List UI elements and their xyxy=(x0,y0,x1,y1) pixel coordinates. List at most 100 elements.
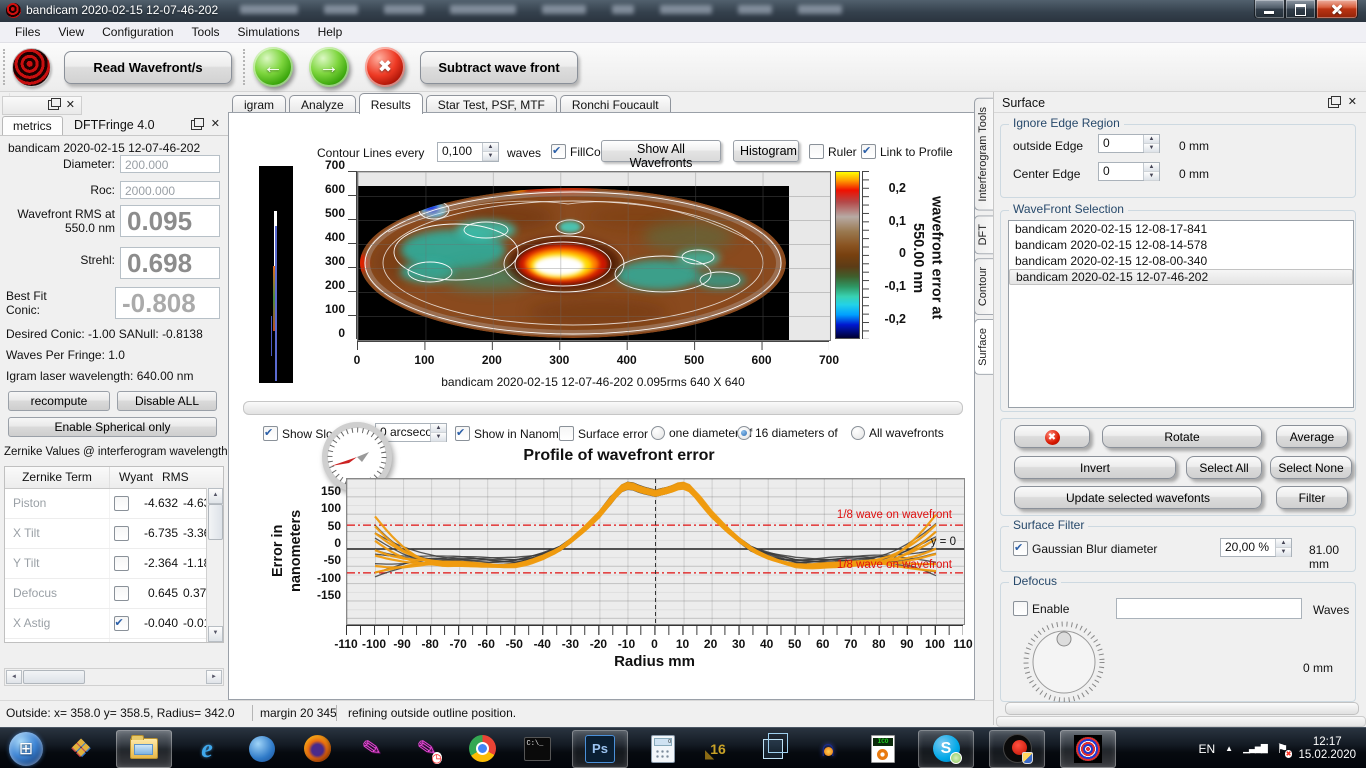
defocus-waves-input[interactable] xyxy=(1116,598,1302,619)
profiler16-icon[interactable]: 16 xyxy=(698,731,738,767)
sixteen-diameters-radio[interactable] xyxy=(737,426,751,440)
zernike-enable-checkbox[interactable] xyxy=(114,496,129,511)
center-edge-spinbox[interactable]: 0▲▼ xyxy=(1098,162,1160,181)
maximize-button[interactable] xyxy=(1285,0,1316,19)
filter-button[interactable]: Filter xyxy=(1276,486,1348,509)
media-player-icon[interactable] xyxy=(242,731,282,767)
network-signal-icon[interactable]: ▁▃▅▇ xyxy=(1243,743,1267,754)
contour-plot[interactable] xyxy=(357,171,831,341)
headphones-icon[interactable]: ∩ xyxy=(808,731,848,767)
wavefront-list-item[interactable]: bandicam 2020-02-15 12-08-17-841 xyxy=(1009,221,1353,237)
language-indicator[interactable]: EN xyxy=(1199,742,1216,756)
wavefront-list-item[interactable]: bandicam 2020-02-15 12-08-00-340 xyxy=(1009,253,1353,269)
igram-thumbnail[interactable] xyxy=(259,166,293,383)
show-nanometers-checkbox[interactable] xyxy=(455,426,470,441)
photoshop-icon[interactable]: Ps xyxy=(572,730,628,768)
interferogram-icon-button[interactable] xyxy=(12,48,51,87)
zernike-row[interactable]: X Astig -0.040 -0.01 xyxy=(5,609,223,639)
all-wavefronts-radio[interactable] xyxy=(851,426,865,440)
metrics-close-icon[interactable]: ✕ xyxy=(211,117,220,130)
floating-dock-titlebar[interactable]: ✕ xyxy=(2,96,82,115)
internet-explorer-icon[interactable]: e xyxy=(187,731,227,767)
disable-all-button[interactable]: Disable ALL xyxy=(117,391,217,411)
metrics-tab[interactable]: metrics xyxy=(2,116,63,135)
show-all-wavefronts-button[interactable]: Show All Wavefronts xyxy=(601,140,721,162)
link-to-profile-checkbox[interactable] xyxy=(861,144,876,159)
start-button[interactable]: ⊞ xyxy=(6,731,46,767)
zernike-enable-checkbox[interactable] xyxy=(114,586,129,601)
menu-item[interactable]: Tools xyxy=(183,23,229,41)
menu-item[interactable]: View xyxy=(49,23,93,41)
kite-app-icon[interactable]: ❖ xyxy=(61,731,101,767)
zernike-enable-checkbox[interactable] xyxy=(114,526,129,541)
right-dock-tab[interactable]: Interferogram Tools xyxy=(974,98,993,211)
explorer-icon[interactable] xyxy=(116,730,172,768)
zernike-row[interactable]: X Tilt -6.735 -3.36 xyxy=(5,519,223,549)
ruler-checkbox[interactable] xyxy=(809,144,824,159)
wavefront-list-item[interactable]: bandicam 2020-02-15 12-07-46-202 xyxy=(1009,269,1353,285)
right-dock-tab[interactable]: Surface xyxy=(974,319,993,375)
outside-edge-spinbox[interactable]: 0▲▼ xyxy=(1098,134,1160,153)
recompute-button[interactable]: recompute xyxy=(8,391,110,411)
toolbar-handle-2[interactable] xyxy=(243,49,249,85)
zernike-row[interactable]: Piston -4.632 -4.63 xyxy=(5,489,223,519)
surface-close-icon[interactable]: ✕ xyxy=(1348,95,1357,108)
metrics-float-icon[interactable] xyxy=(191,120,202,130)
contour-scrollbar[interactable] xyxy=(243,401,963,415)
terminal-icon[interactable]: C:\_ xyxy=(517,731,557,767)
select-all-button[interactable]: Select All xyxy=(1186,456,1262,479)
select-none-button[interactable]: Select None xyxy=(1270,456,1352,479)
wavefront-list[interactable]: bandicam 2020-02-15 12-08-17-841bandicam… xyxy=(1008,220,1354,408)
dftfringe-icon[interactable] xyxy=(1060,730,1116,768)
zernike-vertical-scrollbar[interactable]: ▲ ▼ xyxy=(206,488,223,642)
zernike-row[interactable]: Y Astig 0.037 0.015 xyxy=(5,639,223,643)
zernike-row[interactable]: Defocus 0.645 0.372 xyxy=(5,579,223,609)
defocus-knob[interactable] xyxy=(1022,620,1106,704)
delete-selected-button[interactable]: ✖ xyxy=(1014,425,1090,448)
update-selected-button[interactable]: Update selected wavefonts xyxy=(1014,486,1262,509)
zernike-enable-checkbox[interactable] xyxy=(114,556,129,571)
chrome-icon[interactable] xyxy=(462,731,502,767)
surface-panel-scrollbar-2[interactable] xyxy=(996,716,1366,727)
menu-item[interactable]: Simulations xyxy=(229,23,309,41)
surface-error-checkbox[interactable] xyxy=(559,426,574,441)
histogram-button[interactable]: Histogram xyxy=(733,140,799,162)
calculator-icon[interactable] xyxy=(643,731,683,767)
show-hidden-icons-arrow[interactable]: ▲ xyxy=(1225,744,1233,753)
one-diameter-radio[interactable] xyxy=(651,426,665,440)
zernike-horizontal-scrollbar[interactable]: ◄ ► xyxy=(4,668,224,686)
profile-plot[interactable]: 1/8 wave on wavefront y = 0 1/8 wave on … xyxy=(346,478,965,625)
roc-value[interactable]: 2000.000 xyxy=(120,181,220,199)
zernike-table-header[interactable]: Zernike Term Wyant RMS xyxy=(5,467,223,489)
dock-float-icon[interactable] xyxy=(48,100,59,110)
defocus-enable-checkbox[interactable] xyxy=(1013,601,1028,616)
right-dock-tab[interactable]: DFT xyxy=(974,215,993,254)
cube-icon[interactable] xyxy=(753,731,793,767)
enable-spherical-button[interactable]: Enable Spherical only xyxy=(8,417,217,437)
firefox-icon[interactable] xyxy=(297,731,337,767)
toolbar-handle[interactable] xyxy=(3,49,9,85)
close-button[interactable] xyxy=(1316,0,1358,19)
rotate-button[interactable]: Rotate xyxy=(1102,425,1262,448)
magenta-pen-icon[interactable]: ✎ xyxy=(352,731,392,767)
gaussian-blur-checkbox[interactable] xyxy=(1013,541,1028,556)
read-wavefront-button[interactable]: Read Wavefront/s xyxy=(64,51,232,84)
delete-wavefront-button[interactable]: ✖ xyxy=(365,47,405,87)
zernike-row[interactable]: Y Tilt -2.364 -1.18 xyxy=(5,549,223,579)
average-button[interactable]: Average xyxy=(1276,425,1348,448)
show-slope-checkbox[interactable] xyxy=(263,426,278,441)
surface-panel-scrollbar[interactable] xyxy=(1005,702,1359,715)
main-tab[interactable]: Results xyxy=(359,93,423,114)
icofx-icon[interactable]: ICO xyxy=(863,731,903,767)
minimize-button[interactable] xyxy=(1254,0,1285,19)
skype-icon[interactable]: S xyxy=(918,730,974,768)
wavefront-list-item[interactable]: bandicam 2020-02-15 12-08-14-578 xyxy=(1009,237,1353,253)
dock-close-icon[interactable]: ✕ xyxy=(66,98,75,111)
menu-item[interactable]: Configuration xyxy=(93,23,182,41)
menu-item[interactable]: Files xyxy=(6,23,49,41)
right-dock-tab[interactable]: Contour xyxy=(974,258,993,315)
menu-item[interactable]: Help xyxy=(309,23,352,41)
next-wavefront-button[interactable]: → xyxy=(309,47,349,87)
pen-clock-icon[interactable]: ✎ xyxy=(407,731,447,767)
gaussian-blur-spinbox[interactable]: 20,00 %▲▼ xyxy=(1220,538,1292,557)
